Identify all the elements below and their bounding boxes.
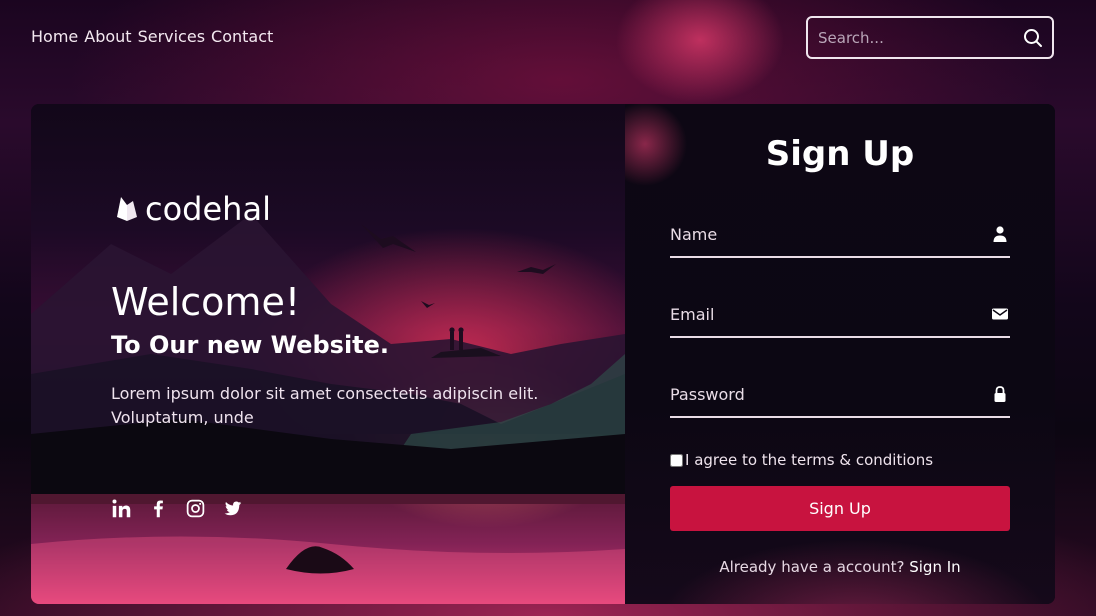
have-account-text: Already have a account? [719, 558, 905, 576]
main-card: codehal Welcome! To Our new Website. Lor… [31, 104, 1055, 604]
facebook-icon[interactable] [148, 498, 169, 519]
nav-link-services[interactable]: Services [138, 27, 205, 46]
password-field [670, 372, 1010, 418]
welcome-description: Lorem ipsum dolor sit amet consectetis a… [111, 384, 539, 427]
search-box [806, 16, 1054, 59]
welcome-heading: Welcome! [111, 280, 301, 324]
hero-panel: codehal Welcome! To Our new Website. Lor… [31, 104, 625, 604]
terms-checkbox[interactable] [670, 453, 683, 467]
signin-link[interactable]: Sign In [909, 558, 960, 576]
brand: codehal [115, 190, 271, 228]
brand-name: codehal [145, 190, 271, 228]
twitter-icon[interactable] [222, 498, 243, 519]
email-input[interactable] [670, 300, 970, 328]
terms-agreement: I agree to the terms & conditions [670, 451, 933, 469]
welcome-subtitle: To Our new Website. [111, 331, 390, 359]
instagram-icon[interactable] [185, 498, 206, 519]
social-links [111, 498, 243, 519]
name-input[interactable] [670, 220, 970, 248]
linkedin-icon[interactable] [111, 498, 132, 519]
nav-link-home[interactable]: Home [31, 27, 78, 46]
search-icon[interactable] [1023, 28, 1043, 48]
signup-button[interactable]: Sign Up [670, 486, 1010, 531]
envelope-icon [992, 308, 1008, 320]
lock-icon [994, 386, 1006, 402]
top-nav: Home About Services Contact [31, 27, 273, 46]
nav-link-contact[interactable]: Contact [211, 27, 273, 46]
search-input[interactable] [818, 28, 1008, 47]
password-input[interactable] [670, 380, 970, 408]
signup-panel: Sign Up I agree to the terms & [625, 104, 1055, 604]
form-title: Sign Up [765, 134, 915, 174]
terms-label: I agree to the terms & conditions [685, 451, 934, 469]
nav-link-about[interactable]: About [84, 27, 131, 46]
have-account-row: Already have a account? Sign In [625, 558, 1055, 576]
user-icon [993, 226, 1007, 242]
email-field [670, 292, 1010, 338]
name-field [670, 212, 1010, 258]
codehal-logo-icon [117, 197, 137, 221]
